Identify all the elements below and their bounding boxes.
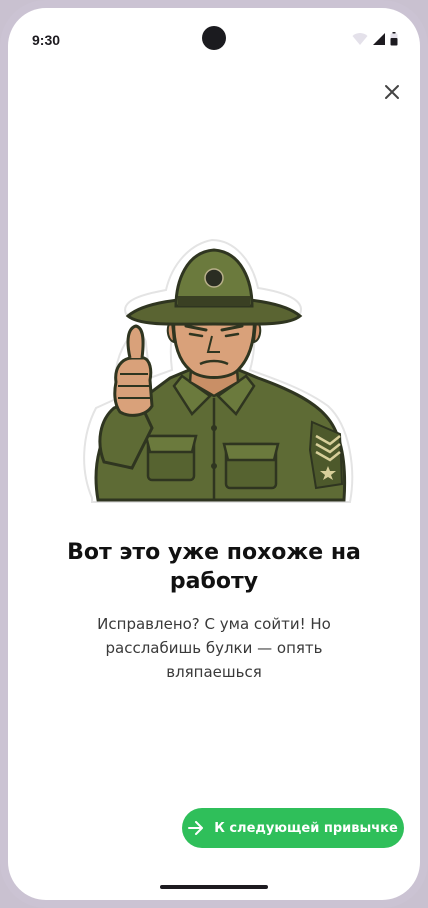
home-indicator[interactable] xyxy=(160,885,268,889)
next-habit-button[interactable]: К следующей привычке xyxy=(182,808,404,848)
wifi-icon xyxy=(352,33,368,45)
battery-icon xyxy=(390,32,398,46)
screen: 9:30 Вот это уже похоже на работу Исправ… xyxy=(8,8,420,900)
close-button[interactable] xyxy=(378,78,406,106)
result-message: Исправлено? С ума сойти! Но расслабишь б… xyxy=(97,615,331,681)
arrow-right-icon xyxy=(188,821,204,835)
hat-emblem xyxy=(204,268,224,288)
status-time: 9:30 xyxy=(32,32,61,48)
device-frame: 9:30 Вот это уже похоже на работу Исправ… xyxy=(0,0,428,908)
result-title: Вот это уже похоже на работу xyxy=(67,540,361,594)
close-icon xyxy=(385,85,399,99)
camera-cutout xyxy=(202,26,226,50)
cellular-signal-icon xyxy=(373,33,385,45)
next-habit-label: К следующей привычке xyxy=(214,820,398,836)
status-icons xyxy=(352,32,398,46)
sergeant-illustration xyxy=(83,238,354,503)
